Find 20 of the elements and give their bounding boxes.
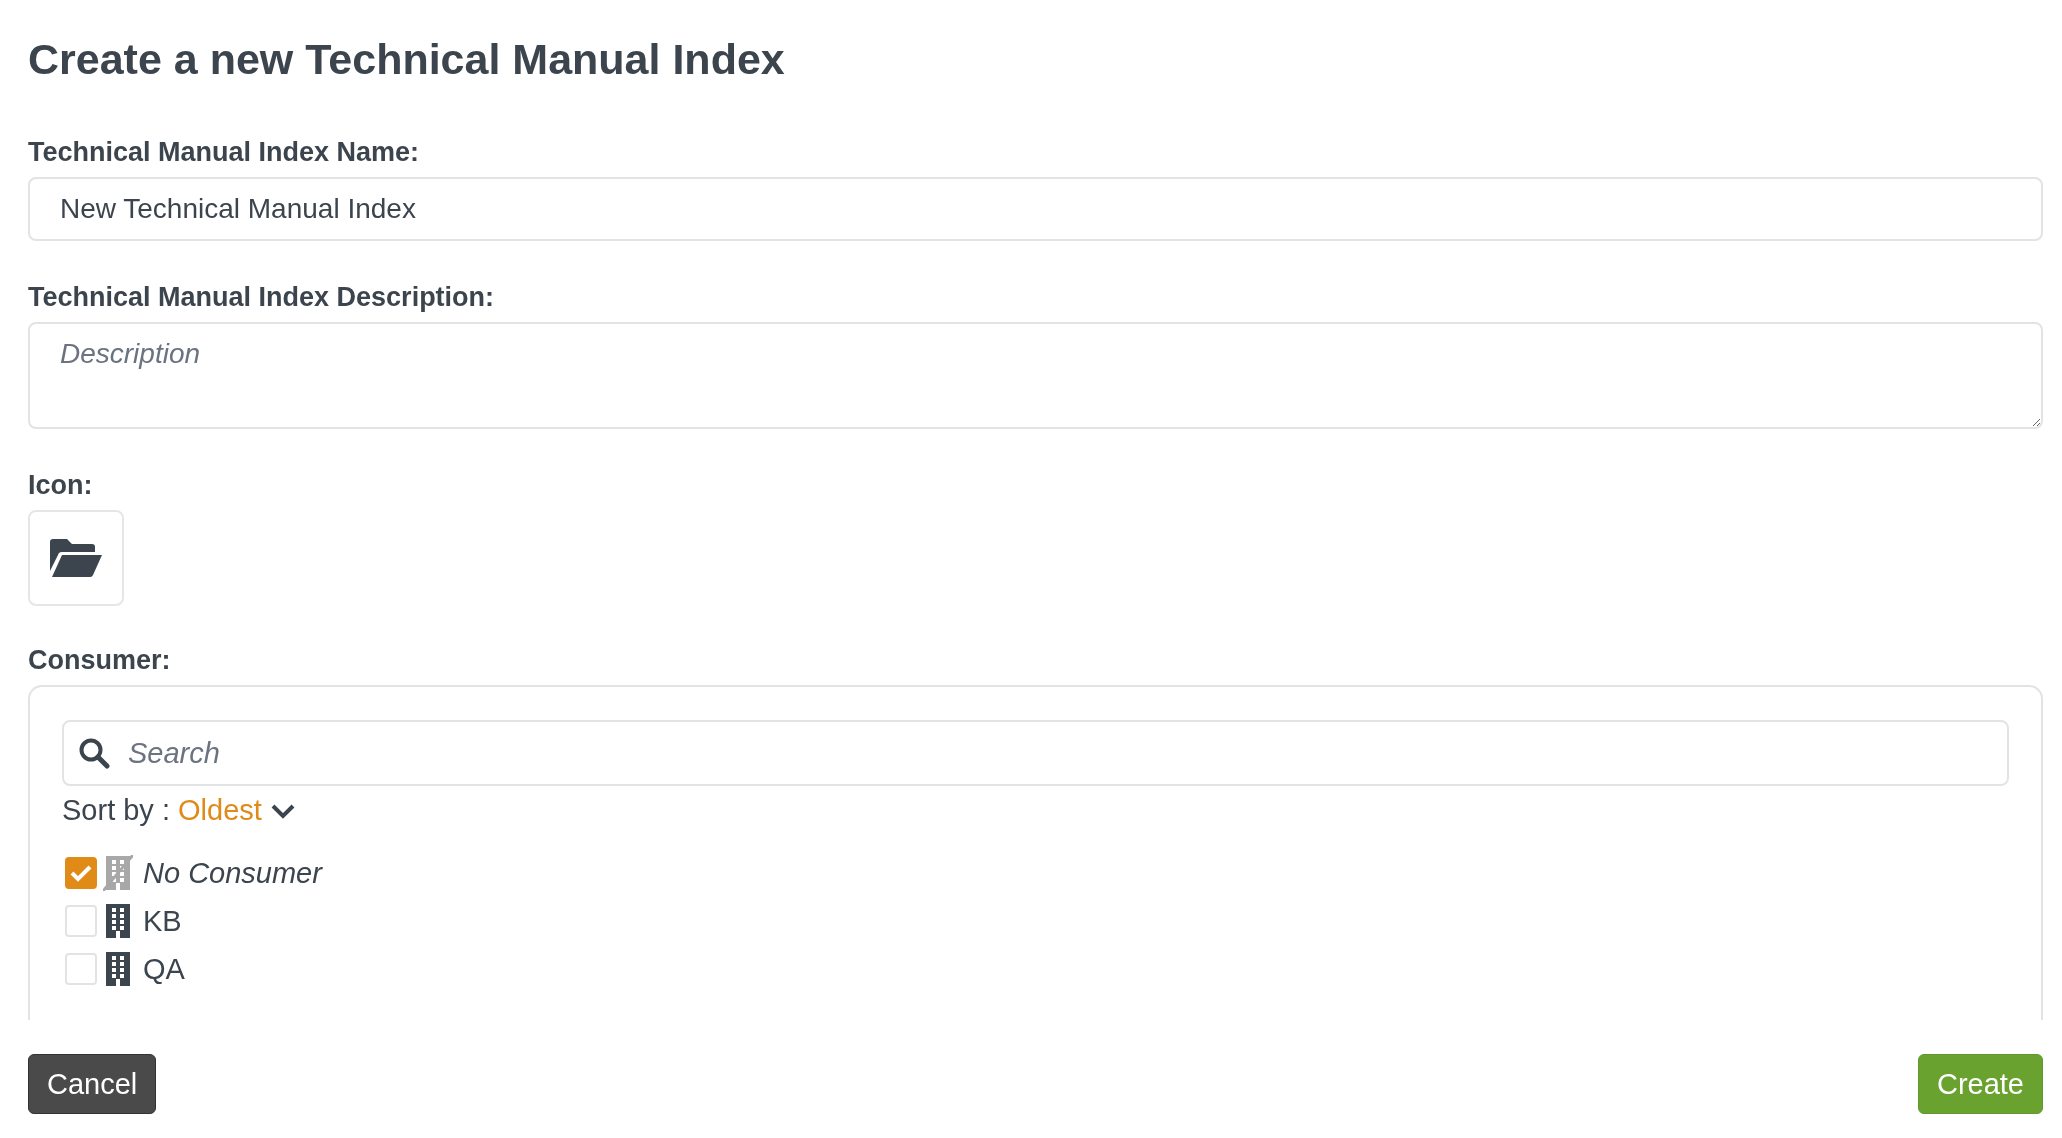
crossed-building-icon <box>103 855 133 891</box>
field-label: Icon: <box>28 469 94 501</box>
description-textarea[interactable]: Description <box>28 322 2043 429</box>
building-icon <box>103 951 133 987</box>
consumer-name: No Consumer <box>143 856 322 890</box>
checkmark-icon <box>70 864 92 882</box>
open-folder-icon <box>48 538 104 578</box>
building-icon <box>103 903 133 939</box>
name-input[interactable]: New Technical Manual Index <box>28 177 2043 241</box>
consumer-name: QA <box>143 952 185 986</box>
checkbox[interactable] <box>65 857 97 889</box>
field-label: Technical Manual Index Description: <box>28 281 496 313</box>
field-label: Technical Manual Index Name: <box>28 136 421 168</box>
page-title: Create a new Technical Manual Index <box>28 34 786 85</box>
folder-icon-picker[interactable] <box>28 510 124 606</box>
sort-label: Sort by : <box>62 794 170 827</box>
search-field[interactable]: Search <box>62 720 2009 786</box>
cancel-button[interactable]: Cancel <box>28 1054 157 1114</box>
field-label: Consumer: <box>28 644 172 676</box>
consumer-name: KB <box>143 904 182 938</box>
